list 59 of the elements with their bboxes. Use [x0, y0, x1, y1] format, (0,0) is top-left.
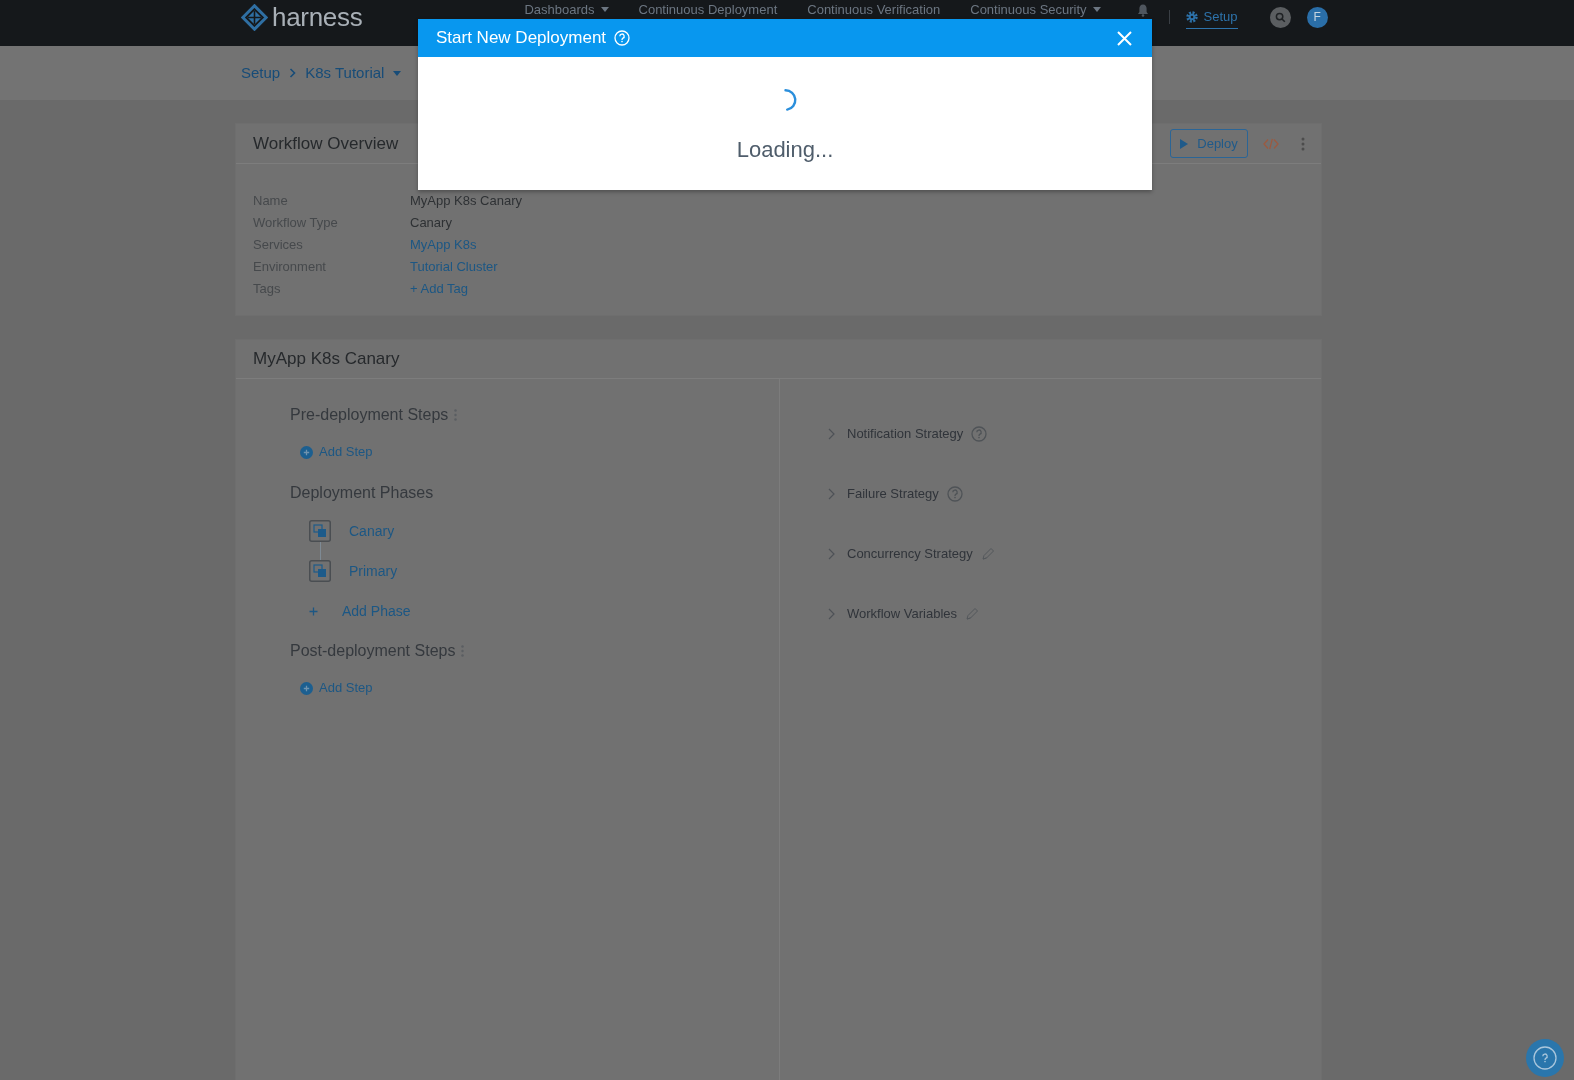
close-icon	[1117, 30, 1132, 46]
connector-line	[320, 542, 321, 560]
chevron-right-icon[interactable]	[828, 428, 835, 440]
code-icon[interactable]	[1263, 137, 1279, 150]
section-title: Deployment Phases	[290, 483, 434, 503]
play-icon	[1180, 138, 1189, 149]
breadcrumb-link[interactable]: Setup	[241, 61, 281, 85]
field-value: Canary	[410, 214, 452, 232]
section-title: Pre-deployment Steps	[290, 405, 449, 425]
gear-icon	[1185, 10, 1198, 23]
field-value: MyApp K8s Canary	[410, 192, 522, 210]
section-title: Post-deployment Steps	[290, 641, 456, 661]
setup-tab[interactable]: Setup	[1185, 5, 1238, 29]
spinner-icon	[783, 88, 797, 112]
chevron-right-icon[interactable]	[828, 548, 835, 560]
help-button[interactable]	[1526, 1039, 1564, 1077]
phase-link[interactable]: Primary	[349, 560, 398, 582]
pencil-icon[interactable]	[980, 547, 995, 561]
field-link[interactable]: Tutorial Cluster	[410, 256, 498, 278]
card-title: MyApp K8s Canary	[253, 348, 400, 371]
deploy-button[interactable]: Deploy	[1170, 129, 1248, 158]
close-button[interactable]	[1117, 30, 1132, 46]
add-circle-icon	[300, 681, 313, 695]
diamond-logo-icon	[241, 3, 268, 31]
nav-menu-item[interactable]: Continuous Deployment	[638, 2, 778, 18]
strategy-toggle[interactable]: Failure Strategy	[847, 482, 939, 506]
pencil-icon[interactable]	[965, 607, 980, 621]
card-title: Workflow Overview	[253, 132, 399, 155]
add-step-link[interactable]: Add Step	[300, 676, 373, 700]
nav-menu-item[interactable]: Continuous Security	[970, 2, 1101, 18]
strategy-toggle[interactable]: Notification Strategy	[847, 422, 964, 446]
question-icon	[1533, 1046, 1557, 1070]
kebab-menu-icon[interactable]	[1301, 136, 1305, 151]
field-link[interactable]: + Add Tag	[410, 278, 468, 300]
nav-menu-item[interactable]: Continuous Verification	[807, 2, 941, 18]
dialog-title: Start New Deployment	[436, 27, 607, 50]
add-circle-icon	[300, 445, 313, 459]
strategy-toggle[interactable]: Concurrency Strategy	[847, 542, 973, 566]
bell-icon[interactable]	[1136, 3, 1149, 17]
nav-menu-item[interactable]: Dashboards	[524, 2, 609, 18]
chevron-right-icon[interactable]	[828, 608, 835, 620]
add-phase-link[interactable]: Add Phase	[342, 600, 411, 622]
chevron-right-icon	[289, 68, 297, 78]
loading-text: Loading...	[736, 136, 834, 164]
help-icon	[971, 426, 988, 442]
phase-icon	[309, 560, 331, 582]
plus-icon	[309, 606, 318, 616]
help-icon	[946, 486, 963, 502]
chevron-right-icon[interactable]	[828, 488, 835, 500]
strategy-toggle[interactable]: Workflow Variables	[847, 602, 958, 626]
user-avatar[interactable]: F	[1306, 6, 1328, 28]
field-link[interactable]: MyApp K8s	[410, 234, 477, 256]
add-step-link[interactable]: Add Step	[300, 440, 373, 464]
phase-link[interactable]: Canary	[349, 520, 395, 542]
help-icon	[614, 30, 631, 46]
logo-text: harness	[272, 2, 363, 32]
phase-icon	[309, 520, 331, 542]
search-icon[interactable]	[1269, 6, 1291, 28]
breadcrumb-link[interactable]: K8s Tutorial	[305, 61, 402, 85]
